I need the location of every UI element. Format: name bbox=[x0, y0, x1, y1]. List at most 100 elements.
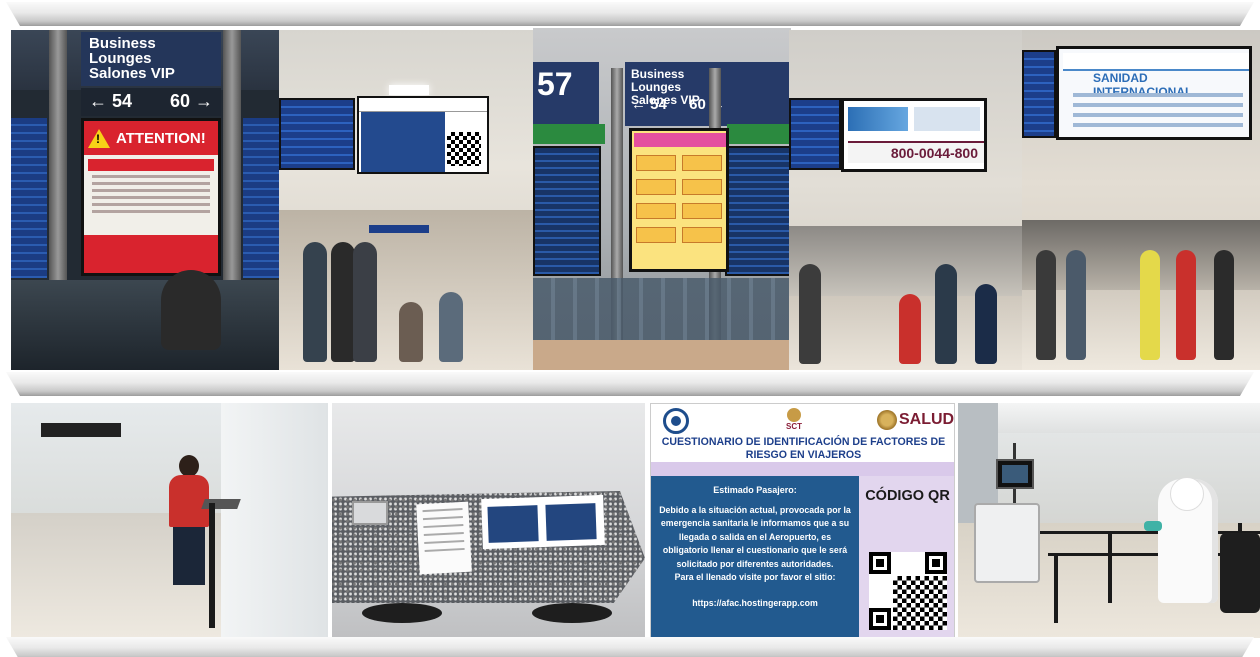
lounge-sign-line2: Salones VIP bbox=[89, 65, 175, 82]
sign-text-line bbox=[92, 196, 210, 199]
sign-text-line bbox=[92, 182, 210, 185]
poster-cell bbox=[682, 203, 722, 219]
form-line bbox=[422, 507, 463, 513]
poster-visit: Para el llenado visite por favor el siti… bbox=[674, 572, 836, 582]
ceiling-screens bbox=[41, 423, 121, 437]
white-wall bbox=[221, 403, 328, 638]
gate-arrows: ← 54 60 → bbox=[81, 88, 221, 116]
screen-graphic bbox=[914, 107, 980, 131]
floor bbox=[11, 280, 279, 370]
sct-seal-icon bbox=[787, 408, 801, 422]
poster-body: Estimado Pasajero: Debido a la situación… bbox=[651, 476, 859, 637]
questionnaire-poster: SCT SALUD CUESTIONARIO DE IDENTIFICACIÓN… bbox=[650, 403, 955, 638]
flight-board bbox=[1022, 50, 1056, 138]
pants bbox=[173, 527, 205, 585]
screen-row bbox=[1073, 113, 1243, 117]
protective-hood bbox=[1170, 477, 1204, 511]
poster-cell bbox=[682, 179, 722, 195]
sign-text-line bbox=[92, 210, 210, 213]
poster-url: https://afac.hostingerapp.com bbox=[692, 597, 818, 608]
traveler bbox=[399, 302, 423, 362]
qr-finder bbox=[869, 552, 891, 574]
queue-post bbox=[1054, 553, 1058, 623]
gate-arrow-left: ← 54 bbox=[631, 96, 667, 113]
salud-label: SALUD bbox=[899, 411, 955, 428]
sign-text-line bbox=[92, 203, 210, 206]
phone-number: 800-0044-800 bbox=[890, 145, 978, 161]
poster-cell bbox=[682, 155, 722, 171]
paper-form bbox=[416, 501, 472, 575]
card-panel bbox=[487, 505, 539, 543]
traveler bbox=[1066, 250, 1086, 360]
kiosk-stand bbox=[209, 503, 215, 628]
questionnaire-screen bbox=[357, 96, 489, 174]
qr-finder bbox=[869, 608, 891, 630]
photo-kiosk-person bbox=[11, 403, 328, 638]
traveler bbox=[935, 264, 957, 364]
screen-header bbox=[1063, 53, 1249, 71]
flight-board bbox=[533, 146, 601, 276]
covid-banner bbox=[848, 107, 908, 131]
attention-header: ATTENTION! bbox=[84, 121, 218, 155]
health-poster bbox=[629, 128, 729, 272]
table-leg-shadow bbox=[532, 603, 612, 623]
traveler bbox=[1176, 250, 1196, 360]
sign-text-line bbox=[92, 189, 210, 192]
poster-cell bbox=[636, 179, 676, 195]
screen-text-panel bbox=[361, 112, 445, 172]
gate-sign bbox=[369, 225, 429, 233]
qr-code-icon bbox=[869, 552, 947, 630]
sign-text-line bbox=[92, 175, 210, 178]
qr-info-card bbox=[481, 494, 605, 550]
traveler bbox=[353, 242, 377, 362]
photo-covid-screen: 800-0044-800 bbox=[789, 30, 1023, 370]
lounge-sign: Business Lounges Salones VIP bbox=[81, 32, 221, 86]
flight-board bbox=[789, 98, 841, 170]
traveler bbox=[1214, 250, 1234, 360]
traveler bbox=[975, 284, 997, 364]
screen-header bbox=[359, 98, 487, 112]
salud-logo: SALUD bbox=[877, 410, 954, 430]
glove bbox=[1144, 521, 1162, 531]
form-line bbox=[424, 539, 465, 545]
poster-message: Debido a la situación actual, provocada … bbox=[659, 504, 851, 569]
luggage bbox=[1220, 533, 1260, 613]
floor bbox=[533, 340, 791, 370]
gate-arrow-left: ← 54 bbox=[89, 91, 133, 111]
qr-finder bbox=[925, 552, 947, 574]
photo-screening-station bbox=[958, 403, 1260, 638]
salud-seal-icon bbox=[877, 410, 897, 430]
photo-gate-poster: 57 Business Lounges Salones VIP ← 54 60 … bbox=[533, 28, 791, 370]
title-band bbox=[651, 462, 954, 476]
afac-seal-icon bbox=[663, 408, 689, 434]
covid-info-screen: 800-0044-800 bbox=[841, 98, 987, 172]
sanidad-screen: SANIDAD INTERNACIONAL bbox=[1056, 46, 1252, 140]
kiosk-top bbox=[201, 499, 241, 509]
flight-board bbox=[11, 118, 47, 278]
photo-terminal-hall bbox=[279, 30, 535, 370]
poster-greeting: Estimado Pasajero: bbox=[713, 485, 797, 495]
photo-granite-table bbox=[332, 403, 645, 638]
sct-label: SCT bbox=[786, 422, 802, 431]
qr-code-icon bbox=[447, 132, 481, 166]
child-traveler bbox=[899, 294, 921, 364]
form-line bbox=[422, 515, 463, 521]
green-info-strip bbox=[533, 124, 605, 144]
sct-logo: SCT bbox=[779, 408, 809, 436]
ceiling bbox=[958, 403, 1260, 433]
ceiling-light bbox=[389, 85, 429, 95]
poster-title: CUESTIONARIO DE IDENTIFICACIÓN DE FACTOR… bbox=[661, 436, 946, 461]
traveler bbox=[303, 242, 327, 362]
table-leg-shadow bbox=[362, 603, 442, 623]
poster-cell bbox=[636, 203, 676, 219]
traveler bbox=[1036, 250, 1056, 360]
photo-attention-sign: Business Lounges Salones VIP ← 54 60 → A… bbox=[11, 30, 279, 370]
photo-collage: Business Lounges Salones VIP ← 54 60 → A… bbox=[0, 0, 1260, 657]
traveler bbox=[331, 242, 355, 362]
screen-row bbox=[1073, 103, 1243, 107]
gate-arrow-right: 60 → bbox=[169, 91, 213, 111]
restroom-sign bbox=[727, 62, 791, 126]
form-line bbox=[424, 547, 465, 553]
restriction-strip bbox=[88, 159, 214, 171]
warning-icon bbox=[88, 128, 110, 148]
